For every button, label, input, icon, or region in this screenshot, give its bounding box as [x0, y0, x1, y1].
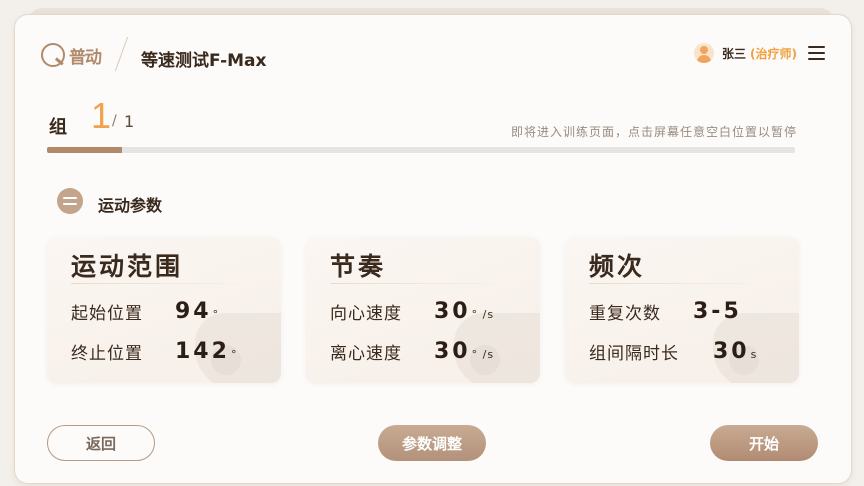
person-avatar-icon	[694, 43, 714, 63]
user-info[interactable]: 张三 (治疗师)	[694, 43, 797, 63]
group-progress-bar	[47, 147, 795, 153]
sliders-icon	[57, 188, 83, 214]
card-title: 频次	[589, 252, 646, 281]
card-title: 运动范围	[71, 252, 184, 281]
param-value: 94°	[175, 299, 220, 324]
param-label: 重复次数	[589, 304, 661, 324]
card-divider	[71, 283, 257, 284]
group-label: 组	[49, 117, 67, 138]
user-name: 张三	[722, 46, 747, 61]
adjust-params-button[interactable]: 参数调整	[378, 425, 486, 461]
group-separator: /	[112, 113, 117, 129]
param-label: 终止位置	[71, 344, 143, 364]
page-title: 等速测试F-Max	[141, 51, 267, 71]
card-divider	[589, 283, 775, 284]
range-card: 运动范围 起始位置 94° 终止位置 142°	[47, 237, 281, 383]
param-label: 离心速度	[330, 344, 402, 364]
back-button[interactable]: 返回	[47, 425, 155, 461]
group-total: 1	[124, 112, 135, 131]
logo-text: 普动	[69, 47, 102, 68]
param-label: 向心速度	[330, 304, 402, 324]
user-role: (治疗师)	[750, 46, 797, 61]
frequency-card: 频次 重复次数 3-5 组间隔时长 30s	[565, 237, 799, 383]
logo-mark-icon	[41, 43, 65, 67]
card-title: 节奏	[330, 252, 387, 281]
param-value: 142°	[175, 339, 238, 364]
main-panel: 普动 等速测试F-Max 张三 (治疗师) 组 1 / 1 即将进入训练页面，点…	[14, 14, 852, 484]
hamburger-menu-icon[interactable]	[808, 46, 825, 60]
header-divider	[114, 37, 129, 71]
start-button[interactable]: 开始	[710, 425, 818, 461]
param-value: 3-5	[693, 299, 742, 324]
card-divider	[330, 283, 516, 284]
group-current: 1	[91, 95, 112, 136]
param-label: 起始位置	[71, 304, 143, 324]
param-value: 30° /s	[434, 299, 495, 324]
param-label: 组间隔时长	[589, 344, 679, 364]
pause-hint: 即将进入训练页面，点击屏幕任意空白位置以暂停	[510, 125, 797, 139]
param-value: 30s	[713, 339, 758, 364]
section-title: 运动参数	[98, 196, 163, 215]
header: 普动 等速测试F-Max 张三 (治疗师)	[15, 15, 851, 73]
logo: 普动	[41, 41, 102, 69]
progress-fill	[47, 147, 122, 153]
param-value: 30° /s	[434, 339, 495, 364]
tempo-card: 节奏 向心速度 30° /s 离心速度 30° /s	[306, 237, 540, 383]
